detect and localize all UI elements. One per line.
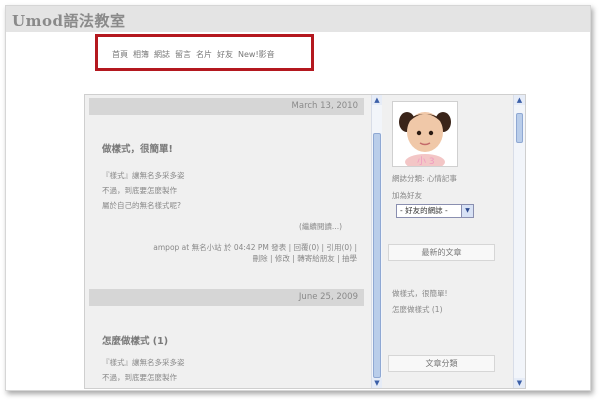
nav-friends[interactable]: 好友 [217,49,233,60]
post-title[interactable]: 做樣式，很簡單! [102,141,173,155]
post-text-line: 不過，到底要怎麼製作 [102,186,177,195]
sidebar-scrollbar[interactable]: ▲ ▼ [513,95,525,388]
posts-scrollbar[interactable]: ▲ ▼ [371,95,382,388]
posts-column: March 13, 2010 做樣式，很簡單! 『樣式』讓無名多采多姿 不過，到… [85,95,371,388]
scroll-thumb[interactable] [516,113,523,143]
nav-album[interactable]: 相簿 [133,49,149,60]
friends-blog-select[interactable]: - 好友的網誌 - ▼ [396,204,474,218]
post-title[interactable]: 怎麼做樣式 (1) [102,333,168,347]
post-text-line: 不過，到底要怎麼製作 [102,373,177,382]
embedded-page: March 13, 2010 做樣式，很簡單! 『樣式』讓無名多采多姿 不過，到… [84,94,526,389]
scroll-up-icon[interactable]: ▲ [514,95,525,105]
article-category-heading: 文章分類 [388,355,495,372]
avatar[interactable]: 小 3 [392,101,458,167]
scroll-up-icon[interactable]: ▲ [372,95,382,105]
post-text-line: 『樣式』讓無名多采多姿 [102,171,185,180]
read-more-link[interactable]: (繼續閱讀...) [299,221,342,232]
nav-home[interactable]: 首頁 [112,49,128,60]
main-nav: 首頁 相簿 網誌 留言 名片 好友 New!影音 [112,49,275,60]
scroll-down-icon[interactable]: ▼ [372,378,382,388]
latest-posts-heading: 最新的文章 [388,244,495,261]
nav-video[interactable]: New!影音 [238,49,275,60]
nav-guestbook[interactable]: 留言 [175,49,191,60]
post-date-bar: June 25, 2009 [89,289,364,306]
header-bar: Umod語法教室 [6,6,590,32]
latest-post-link[interactable]: 做樣式，很簡單! [392,288,448,299]
post-date: March 13, 2010 [291,101,358,111]
post-date: June 25, 2009 [298,292,358,302]
nav-profile-card[interactable]: 名片 [196,49,212,60]
sidebar: 小 3 網誌分類: 心情記事 加為好友 - 好友的網誌 - ▼ 最新的文章 做樣… [382,95,513,388]
avatar-photo-icon: 小 3 [393,102,457,166]
site-title[interactable]: Umod語法教室 [12,10,125,31]
svg-text:小 3: 小 3 [417,156,435,166]
scroll-thumb[interactable] [373,133,381,378]
friends-select-value: - 好友的網誌 - [400,206,448,215]
post-actions-line[interactable]: 刪除 | 修改 | 轉寄給朋友 | 抽學 [102,253,357,264]
post-text-line: 『樣式』讓無名多采多姿 [102,358,185,367]
screenshot-frame: Umod語法教室 首頁 相簿 網誌 留言 名片 好友 New!影音 March … [5,5,591,391]
nav-blog[interactable]: 網誌 [154,49,170,60]
scroll-down-icon[interactable]: ▼ [514,378,525,388]
add-friend-link[interactable]: 加為好友 [392,190,422,201]
blog-category-text: 網誌分類: 心情記事 [392,174,457,183]
post-text-line: 屬於自己的無名樣式呢? [102,201,181,210]
post-meta-line[interactable]: ampop at 無名小站 於 04:42 PM 發表 | 回覆(0) | 引用… [102,242,357,253]
chevron-down-icon[interactable]: ▼ [461,205,473,217]
nav-highlight-box: 首頁 相簿 網誌 留言 名片 好友 New!影音 [95,34,314,71]
post-date-bar: March 13, 2010 [89,98,364,115]
latest-post-link[interactable]: 怎麼做樣式 (1) [392,304,443,315]
